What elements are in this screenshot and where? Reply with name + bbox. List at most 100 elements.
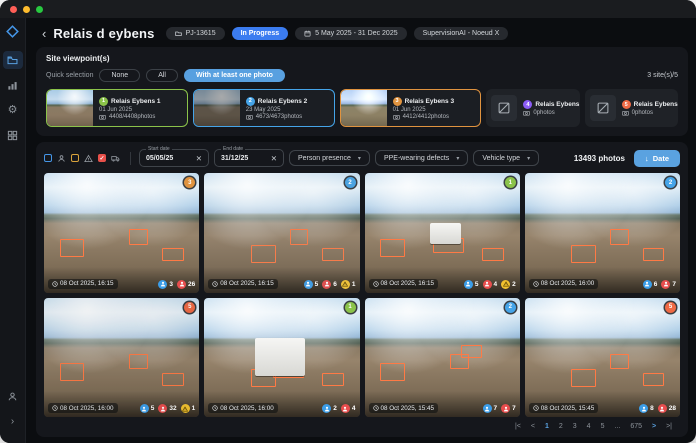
ppe-icon: [322, 280, 331, 289]
photos-panel: ✓ Start date 05/05/25 ✕ End date 31/12/2…: [36, 142, 688, 437]
count-value: 6: [654, 281, 658, 288]
photo-timestamp: 08 Oct 2025, 15:45: [369, 403, 439, 413]
page-button-1[interactable]: 1: [545, 423, 549, 430]
page-button-4[interactable]: 4: [587, 423, 591, 430]
warn-count-chip: 1: [341, 280, 356, 289]
ppe-icon: [501, 404, 510, 413]
node-chip[interactable]: SupervisionAI - Noeud X: [414, 27, 509, 40]
viewpoint-card[interactable]: 5 Relais Eybens 5 0photos: [585, 89, 678, 127]
bar-chart-icon: [7, 80, 18, 91]
count-value: 8: [650, 405, 654, 412]
count-chips: 24: [322, 404, 355, 413]
viewpoint-card[interactable]: 2 Relais Eybens 2 23 May 2025 4673/4673p…: [193, 89, 335, 127]
person-icon: [304, 280, 313, 289]
viewpoint-number-badge: 5: [622, 100, 631, 109]
chevron-down-icon: ▾: [456, 155, 459, 162]
sidebar-expand-button[interactable]: ›: [3, 412, 23, 430]
viewpoint-info: 5 Relais Eybens 5 0photos: [616, 97, 678, 119]
count-value: 5: [151, 405, 155, 412]
person-presence-dropdown[interactable]: Person presence ▾: [289, 150, 370, 166]
detection-box: [60, 239, 85, 257]
page-button-3[interactable]: 3: [573, 423, 577, 430]
viewpoint-photo-count-label: 4673/4673photos: [256, 114, 302, 120]
photo-card[interactable]: 1 08 Oct 2025, 16:00 24: [204, 298, 359, 418]
viewpoint-info: 4 Relais Eybens 4 0photos: [517, 97, 579, 119]
back-button[interactable]: ‹: [42, 27, 46, 40]
person-icon: [464, 280, 473, 289]
close-window-icon[interactable]: [10, 6, 17, 13]
van-shape: [430, 223, 461, 243]
viewpoint-card[interactable]: 1 Relais Eybens 1 01 Jun 2025 4408/4408p…: [46, 89, 188, 127]
vehicle-category-checkbox[interactable]: ✓: [98, 154, 106, 162]
next-page-button[interactable]: >: [652, 423, 656, 430]
sidebar-item-account[interactable]: [3, 387, 23, 405]
clear-end-date-icon[interactable]: ✕: [271, 154, 277, 163]
photo-card[interactable]: 2 08 Oct 2025, 15:45 77: [365, 298, 520, 418]
viewpoint-card[interactable]: 4 Relais Eybens 4 0photos: [486, 89, 579, 127]
sidebar-item-settings[interactable]: ⚙: [3, 101, 23, 119]
start-date-field[interactable]: Start date 05/05/25 ✕: [139, 149, 209, 167]
photo-card[interactable]: 5 08 Oct 2025, 15:45 828: [525, 298, 680, 418]
count-value: 5: [475, 281, 479, 288]
pagination: |< < 1 2 3 4 5... 675 > >|: [44, 417, 680, 432]
divider: [130, 152, 131, 165]
viewpoint-number-badge: 3: [184, 177, 195, 188]
viewpoint-card[interactable]: 3 Relais Eybens 3 01 Jun 2025 4412/4412p…: [340, 89, 482, 127]
count-value: 2: [333, 405, 337, 412]
viewpoint-name: Relais Eybens 3: [405, 98, 455, 105]
page-button-...[interactable]: ...: [614, 423, 620, 430]
photo-card[interactable]: 1 08 Oct 2025, 16:15 542: [365, 173, 520, 293]
count-value: 26: [188, 281, 195, 288]
status-badge[interactable]: In Progress: [232, 27, 289, 40]
viewpoint-number-badge: 1: [345, 302, 356, 313]
page-button-2[interactable]: 2: [559, 423, 563, 430]
page-button-675[interactable]: 675: [630, 423, 642, 430]
viewpoint-photo-count-label: 4412/4412photos: [403, 114, 449, 120]
photo-card[interactable]: 3 08 Oct 2025, 16:15 326: [44, 173, 199, 293]
last-page-button[interactable]: >|: [666, 423, 672, 430]
select-all-button[interactable]: All: [146, 69, 178, 82]
date-range-chip[interactable]: 5 May 2025 - 31 Dec 2025: [295, 27, 407, 40]
with-photo-filter-button[interactable]: With at least one photo: [184, 69, 285, 82]
photo-card[interactable]: 5 08 Oct 2025, 16:00 5321: [44, 298, 199, 418]
select-none-button[interactable]: None: [99, 69, 140, 82]
sidebar-item-apps[interactable]: [3, 126, 23, 144]
sort-by-date-button[interactable]: ↓ Date: [634, 150, 680, 167]
person-icon: [158, 280, 167, 289]
person-icon: [140, 404, 149, 413]
count-value: 7: [512, 405, 516, 412]
warn-icon: [501, 280, 510, 289]
detection-box: [643, 373, 665, 386]
vehicle-type-dropdown[interactable]: Vehicle type ▾: [473, 150, 539, 166]
minimize-window-icon[interactable]: [23, 6, 30, 13]
viewpoints-panel: Site viewpoint(s) Quick selection None A…: [36, 47, 688, 136]
page-button-5[interactable]: 5: [601, 423, 605, 430]
count-value: 6: [333, 281, 337, 288]
viewpoint-photo-count: 4408/4408photos: [99, 114, 161, 120]
viewpoint-date: 01 Jun 2025: [99, 107, 161, 113]
site-count-label: 3 site(s)/5: [647, 72, 678, 79]
grid-icon: [7, 130, 18, 141]
detection-box: [380, 363, 405, 381]
sidebar-item-analytics[interactable]: [3, 76, 23, 94]
image-placeholder-icon: [498, 102, 510, 114]
ppe-category-checkbox[interactable]: [71, 154, 79, 162]
photo-card[interactable]: 2 08 Oct 2025, 16:00 67: [525, 173, 680, 293]
photo-timestamp: 08 Oct 2025, 16:00: [48, 403, 118, 413]
photo-timestamp: 08 Oct 2025, 16:00: [529, 279, 599, 289]
previous-page-button[interactable]: <: [531, 423, 535, 430]
detection-box: [610, 229, 629, 245]
project-id-chip[interactable]: PJ-13615: [166, 27, 225, 40]
ppe-icon: [177, 280, 186, 289]
ppe-count-chip: 7: [501, 404, 516, 413]
person-category-checkbox[interactable]: [44, 154, 52, 162]
viewpoint-photo-count: 4673/4673photos: [246, 114, 308, 120]
first-page-button[interactable]: |<: [515, 423, 521, 430]
zoom-window-icon[interactable]: [36, 6, 43, 13]
count-value: 28: [669, 405, 676, 412]
ppe-defects-dropdown[interactable]: PPE-wearing defects ▾: [375, 150, 468, 166]
sidebar-item-projects[interactable]: [3, 51, 23, 69]
clear-start-date-icon[interactable]: ✕: [196, 154, 202, 163]
end-date-field[interactable]: End date 31/12/25 ✕: [214, 149, 284, 167]
photo-card[interactable]: 2 08 Oct 2025, 16:15 561: [204, 173, 359, 293]
